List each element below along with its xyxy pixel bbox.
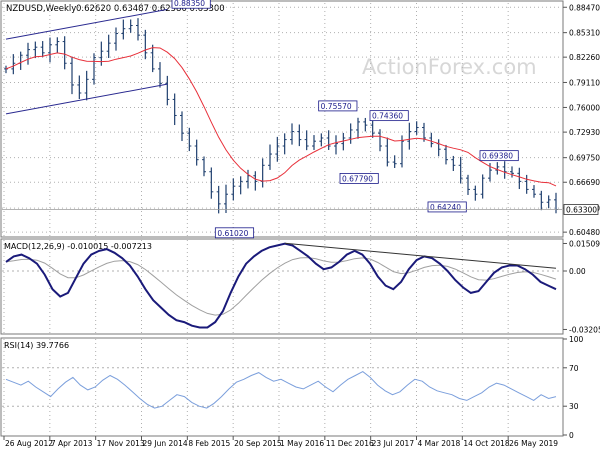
- x-tick-label: 7 Apr 2013: [51, 439, 93, 448]
- swing-low-label-text: 0.67790: [342, 174, 373, 183]
- macd-title: MACD(12,26,9) -0.010015 -0.007213: [4, 242, 152, 251]
- rsi-tick-label: 70: [569, 364, 579, 373]
- macd-tick-label: 0.015093: [569, 239, 600, 248]
- x-tick-label: 1 May 2016: [280, 439, 324, 448]
- price-tick-label: 0.72930: [569, 128, 600, 137]
- x-tick-label: 23 Jul 2017: [372, 439, 415, 448]
- x-tick-label: 17 Nov 2013: [97, 439, 145, 448]
- swing-high-label: 0.88350: [171, 0, 211, 9]
- x-tick-label: 26 May 2019: [509, 439, 558, 448]
- macd-tick-label: -0.032057: [569, 325, 600, 334]
- price-tick-label: 0.76000: [569, 103, 600, 112]
- swing-high-label: 0.75570: [318, 100, 358, 112]
- swing-high-label-text: 0.75570: [321, 102, 352, 111]
- price-tick-label: 0.85310: [569, 29, 600, 38]
- rsi-title: RSI(14) 39.7766: [4, 341, 69, 350]
- rsi-tick-label: 0: [569, 431, 574, 440]
- x-tick-label: 11 Dec 2016: [326, 439, 374, 448]
- swing-low-label: 0.61020: [214, 227, 255, 239]
- x-tick-label: 26 Aug 2012: [5, 439, 53, 448]
- x-tick-label: 8 Feb 2015: [188, 439, 230, 448]
- swing-high-label: 0.69380: [479, 150, 519, 162]
- price-tick-label: 0.66690: [569, 178, 600, 187]
- x-tick-label: 20 Sep 2015: [234, 439, 282, 448]
- swing-high-label: 0.74360: [369, 110, 409, 122]
- price-tick-label: 0.79110: [569, 78, 600, 87]
- swing-low-label: 0.67790: [339, 173, 379, 184]
- price-tick-label: 0.88470: [569, 3, 600, 12]
- swing-high-label-text: 0.88350: [174, 0, 205, 8]
- swing-low-label: 0.64240: [427, 201, 467, 213]
- swing-low-label-text: 0.61020: [217, 229, 248, 238]
- price-tick-label: 0.82260: [569, 53, 600, 62]
- macd-tick-label: 0.00: [569, 267, 586, 276]
- last-price-label: 0.63300: [566, 205, 597, 214]
- price-title: NZDUSD,Weekly: [6, 4, 76, 14]
- rsi-tick-label: 30: [569, 402, 579, 411]
- x-tick-label: 4 Mar 2018: [418, 439, 461, 448]
- rsi-tick-label: 100: [569, 335, 584, 344]
- price-tick-label: 0.69750: [569, 154, 600, 163]
- x-tick-label: 14 Oct 2018: [463, 439, 510, 448]
- swing-high-label-text: 0.69380: [482, 152, 513, 161]
- x-tick-label: 29 Jun 2014: [143, 439, 188, 448]
- swing-high-label-text: 0.74360: [372, 112, 403, 121]
- watermark: ActionForex.com: [362, 55, 537, 79]
- price-tick-label: 0.60480: [569, 228, 600, 237]
- swing-low-label-text: 0.64240: [430, 203, 461, 212]
- nzdusd-weekly-chart: ActionForex.com NZDUSD,Weekly 0.62620 0.…: [0, 0, 600, 450]
